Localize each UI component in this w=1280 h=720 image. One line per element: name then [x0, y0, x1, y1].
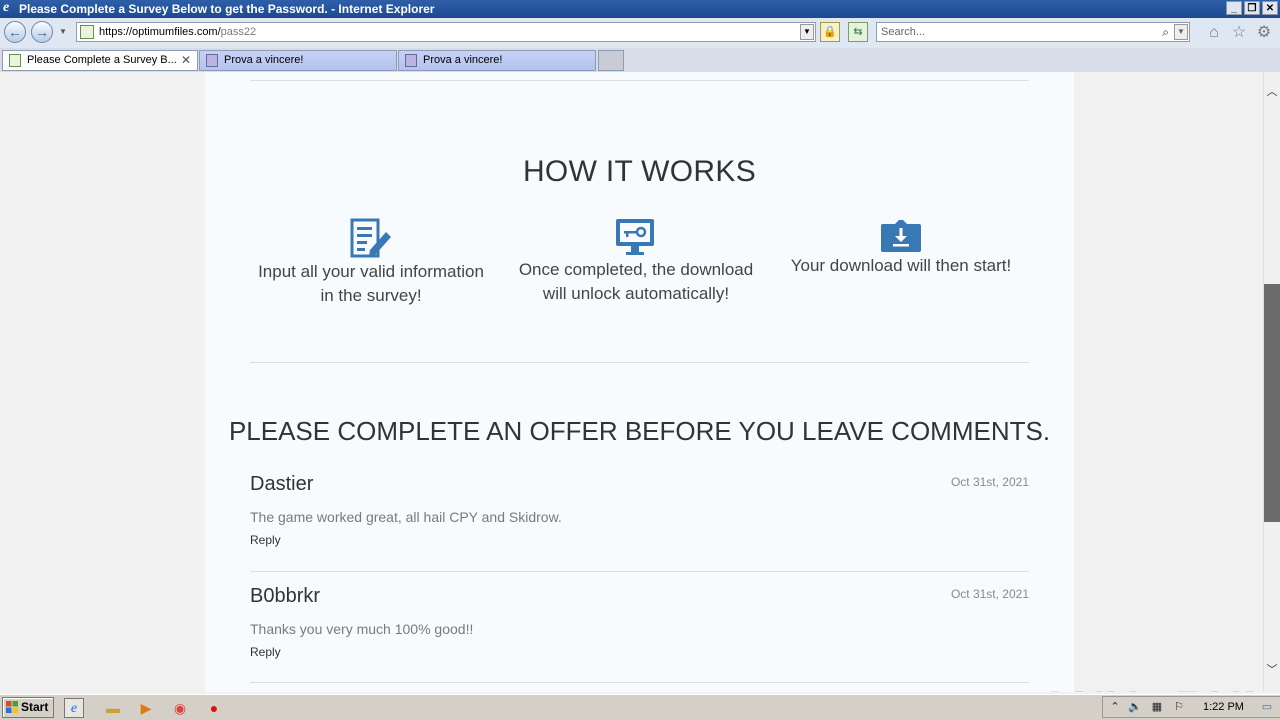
survey-form-icon	[350, 218, 391, 258]
lock-icon[interactable]: 🔒	[820, 22, 840, 42]
close-window-button[interactable]: ✕	[1262, 1, 1278, 15]
recent-pages-dropdown-icon[interactable]: ▼	[59, 27, 67, 36]
windows-flag-icon	[6, 701, 18, 713]
forward-button[interactable]: →	[31, 21, 53, 43]
tab-prova-1[interactable]: Prova a vincere!	[199, 50, 397, 71]
comment-author: Dastier	[250, 473, 314, 495]
scroll-down-arrow-icon[interactable]: ﹀	[1264, 662, 1280, 678]
offer-heading: PLEASE COMPLETE AN OFFER BEFORE YOU LEAV…	[228, 416, 1051, 446]
tab-prova-2[interactable]: Prova a vincere!	[398, 50, 596, 71]
address-dropdown-button[interactable]: ▼	[800, 24, 814, 40]
new-tab-button[interactable]	[598, 50, 624, 71]
search-input[interactable]: Search... ⌕ ▼	[876, 22, 1190, 42]
taskbar: Start e ▬ ▶ ◉ ● ⌃ 🔈 ▦ ⚐ 1:22 PM ▭	[0, 694, 1280, 720]
window-title: Please Complete a Survey Below to get th…	[19, 2, 435, 16]
start-button[interactable]: Start	[2, 697, 54, 718]
reply-link[interactable]: Reply	[250, 533, 281, 547]
ie-logo-icon: e	[3, 0, 10, 15]
navigation-bar: ← → ▼ https://optimumfiles.com/pass22 ▼ …	[0, 18, 1280, 48]
action-center-flag-icon[interactable]: ⚐	[1171, 699, 1187, 715]
step-survey: Input all your valid information in the …	[241, 218, 501, 308]
step-download: Your download will then start!	[771, 218, 1031, 278]
volume-icon[interactable]: 🔈	[1127, 699, 1143, 715]
window-controls: _ ❐ ✕	[1226, 1, 1278, 15]
system-tray: ⌃ 🔈 ▦ ⚐ 1:22 PM ▭	[1102, 696, 1280, 718]
favorites-star-icon[interactable]: ☆	[1230, 24, 1248, 42]
minimize-button[interactable]: _	[1226, 1, 1242, 15]
step-text-line2: in the survey!	[320, 286, 422, 305]
internet-explorer-taskbar-icon[interactable]: e	[64, 698, 84, 718]
start-label: Start	[21, 700, 49, 714]
show-hidden-icons-icon[interactable]: ⌃	[1107, 699, 1123, 715]
how-it-works-heading: HOW IT WORKS	[522, 155, 757, 188]
page-content: HOW IT WORKS Input all your valid inform…	[205, 72, 1074, 692]
search-dropdown-button[interactable]: ▼	[1174, 24, 1188, 40]
step-text-line1: Input all your valid information	[258, 262, 484, 281]
step-text-line1: Your download will then start!	[790, 256, 1012, 275]
tab-label: Prova a vincere!	[224, 54, 304, 66]
scrollbar-thumb[interactable]	[1264, 284, 1280, 522]
tab-label: Please Complete a Survey B...	[27, 54, 177, 66]
refresh-icon[interactable]: ⇆	[848, 22, 868, 42]
favicon-icon	[405, 54, 417, 67]
address-bar[interactable]: https://optimumfiles.com/pass22 ▼	[76, 22, 816, 42]
folder-icon[interactable]: ▬	[103, 698, 123, 718]
download-icon	[881, 220, 921, 252]
step-text-line2: will unlock automatically!	[542, 284, 730, 303]
comment-text: The game worked great, all hail CPY and …	[250, 509, 562, 525]
show-desktop-icon[interactable]: ▭	[1259, 699, 1275, 715]
search-placeholder: Search...	[881, 26, 926, 38]
url-text: https://optimumfiles.com/pass22	[99, 26, 257, 38]
divider	[250, 80, 1029, 81]
clock[interactable]: 1:22 PM	[1203, 697, 1244, 717]
tab-label: Prova a vincere!	[423, 54, 503, 66]
scroll-up-arrow-icon[interactable]: ︿	[1264, 84, 1280, 100]
media-player-icon[interactable]: ▶	[136, 698, 156, 718]
window-titlebar: e Please Complete a Survey Below to get …	[0, 0, 1280, 18]
unlock-key-monitor-icon	[616, 219, 654, 255]
page-download-icon	[80, 25, 94, 39]
anyrun-watermark: ANY▷RUN	[1038, 680, 1263, 692]
page-download-icon	[9, 54, 21, 67]
tab-strip: Please Complete a Survey B... ✕ Prova a …	[0, 48, 1280, 73]
back-button[interactable]: ←	[4, 21, 26, 43]
divider	[250, 362, 1029, 363]
restore-button[interactable]: ❐	[1244, 1, 1260, 15]
vertical-scrollbar[interactable]: ︿ ﹀	[1263, 72, 1280, 692]
search-icon[interactable]: ⌕	[1162, 23, 1169, 41]
browser-viewport: HOW IT WORKS Input all your valid inform…	[0, 72, 1263, 692]
home-icon[interactable]: ⌂	[1205, 24, 1223, 42]
opera-icon[interactable]: ●	[204, 698, 224, 718]
comment-author: B0bbrkr	[250, 585, 321, 607]
step-text-line1: Once completed, the download	[518, 260, 754, 279]
divider	[250, 682, 1029, 683]
step-unlock: Once completed, the download will unlock…	[506, 218, 766, 306]
favicon-icon	[206, 54, 218, 67]
tab-survey[interactable]: Please Complete a Survey B... ✕	[2, 50, 198, 71]
comment-text: Thanks you very much 100% good!!	[250, 621, 474, 637]
close-tab-icon[interactable]: ✕	[181, 51, 191, 70]
gear-icon[interactable]: ⚙	[1255, 24, 1273, 42]
reply-link[interactable]: Reply	[250, 645, 281, 659]
divider	[250, 571, 1029, 572]
network-icon[interactable]: ▦	[1149, 699, 1165, 715]
comment-date: Oct 31st, 2021	[950, 587, 1029, 601]
chrome-icon[interactable]: ◉	[170, 698, 190, 718]
comment-date: Oct 31st, 2021	[950, 475, 1029, 489]
